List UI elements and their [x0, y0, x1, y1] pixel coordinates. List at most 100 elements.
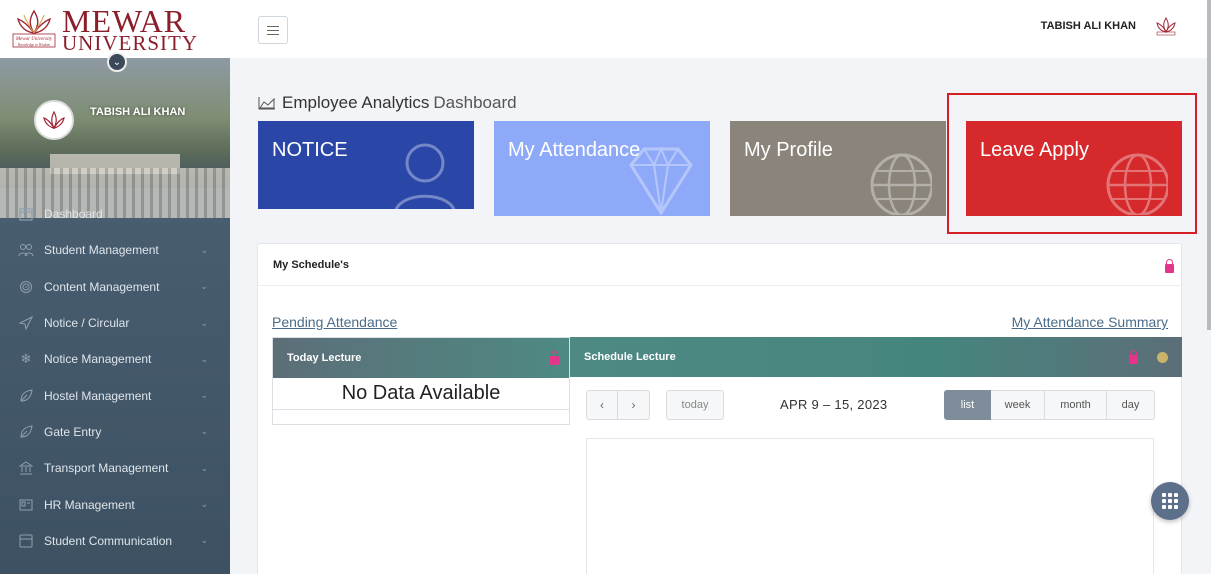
calendar-icon — [18, 206, 34, 222]
today-lecture-header: Today Lecture — [273, 338, 569, 378]
schedule-card: My Schedule's Pending Attendance My Atte… — [257, 243, 1182, 574]
snowflake-icon: ❄ — [20, 351, 32, 367]
topbar-user-name[interactable]: TABISH ALI KHAN — [1041, 20, 1136, 32]
grid-icon — [1162, 493, 1178, 509]
logo-tag: Mewar University — [15, 37, 53, 42]
chevron-down-icon: ⌄ — [112, 56, 122, 68]
sidebar-item-label: Transport Management — [44, 461, 169, 476]
diamond-icon — [629, 147, 693, 215]
hamburger-line — [267, 29, 279, 31]
calendar-next-button[interactable]: › — [618, 390, 650, 420]
view-week-button[interactable]: week — [991, 390, 1045, 420]
calendar-today-button[interactable]: today — [666, 390, 724, 420]
calendar-date-range: APR 9 – 15, 2023 — [780, 397, 888, 412]
chevron-left-icon: ‹ — [600, 398, 604, 412]
lock-icon[interactable] — [550, 351, 559, 365]
sidebar-item-label: Student Communication — [44, 533, 173, 548]
page-scrollbar[interactable] — [1207, 0, 1211, 330]
send-icon — [18, 315, 34, 331]
chevron-right-icon: › — [631, 398, 636, 412]
pending-attendance-link[interactable]: Pending Attendance — [272, 314, 397, 330]
sidebar-item-hr-management[interactable]: HR Management ⌄ — [0, 486, 230, 522]
calendar-nav: ‹ › — [586, 390, 650, 420]
schedule-card-title: My Schedule's — [273, 258, 349, 271]
tile-my-attendance[interactable]: My Attendance — [494, 121, 710, 216]
sidebar-item-label: Student Management — [44, 243, 159, 258]
today-lecture-panel: Today Lecture No Data Available — [272, 337, 570, 425]
lock-icon[interactable] — [1129, 350, 1138, 364]
sidebar-item-transport-management[interactable]: Transport Management ⌄ — [0, 450, 230, 486]
schedule-card-header: My Schedule's — [258, 244, 1181, 286]
empty-state-text: No Data Available — [273, 378, 569, 410]
view-month-button[interactable]: month — [1045, 390, 1107, 420]
sidebar-menu: Dashboard Student Management ⌄ Content M… — [0, 196, 230, 559]
top-bar: TABISH ALI KHAN — [230, 0, 1211, 58]
chevron-down-icon: ⌄ — [200, 317, 208, 328]
university-lotus-icon — [43, 110, 65, 130]
leaf-icon — [18, 388, 34, 404]
today-lecture-title: Today Lecture — [287, 352, 362, 364]
status-dot[interactable] — [1157, 352, 1168, 363]
tile-label: My Profile — [744, 139, 833, 161]
chevron-down-icon: ⌄ — [200, 426, 208, 437]
page-title: Employee Analytics Dashboard — [258, 93, 517, 113]
sidebar-item-label: Notice / Circular — [44, 316, 130, 331]
tile-label: NOTICE — [272, 139, 348, 161]
sidebar-collapse-button[interactable]: ⌄ — [107, 52, 127, 72]
view-list-button[interactable]: list — [944, 390, 991, 420]
schedule-lecture-header: Schedule Lecture — [570, 337, 1182, 377]
sidebar-item-label: HR Management — [44, 497, 135, 512]
hamburger-line — [267, 33, 279, 35]
chevron-down-icon: ⌄ — [200, 462, 208, 473]
sidebar-item-student-management[interactable]: Student Management ⌄ — [0, 232, 230, 268]
avatar[interactable] — [34, 100, 74, 140]
chat-icon — [18, 533, 34, 549]
id-card-icon — [18, 497, 34, 513]
chevron-down-icon: ⌄ — [200, 390, 208, 401]
sidebar: TABISH ALI KHAN Dashboard Student Manage… — [0, 0, 230, 574]
lock-icon[interactable] — [1165, 259, 1174, 273]
users-icon — [18, 242, 34, 258]
sidebar-item-dashboard[interactable]: Dashboard — [0, 196, 230, 232]
highlight-box — [947, 93, 1197, 234]
attendance-summary-link[interactable]: My Attendance Summary — [1012, 314, 1168, 330]
sidebar-item-content-management[interactable]: Content Management ⌄ — [0, 269, 230, 305]
user-menu-avatar[interactable] — [1155, 16, 1177, 36]
tile-label: My Attendance — [508, 139, 641, 161]
calendar-view-switcher: list week month day — [944, 390, 1155, 420]
sidebar-item-gate-entry[interactable]: Gate Entry ⌄ — [0, 414, 230, 450]
chevron-down-icon: ⌄ — [200, 499, 208, 510]
sidebar-user-name[interactable]: TABISH ALI KHAN — [90, 106, 185, 118]
logo-emblem: Mewar University Knowledge to Wisdom — [12, 9, 56, 49]
logo-line-2: UNIVERSITY — [62, 30, 198, 55]
page-title-main: Employee Analytics — [282, 93, 430, 112]
sidebar-item-label: Content Management — [44, 279, 160, 294]
university-logo[interactable]: Mewar University Knowledge to Wisdom MEW… — [0, 0, 230, 58]
apps-grid-button[interactable] — [1151, 482, 1189, 520]
tile-my-profile[interactable]: My Profile — [730, 121, 946, 216]
lotus-logo-icon — [1156, 17, 1176, 36]
globe-icon — [870, 153, 932, 215]
logo-motto: Knowledge to Wisdom — [17, 43, 51, 47]
sidebar-item-notice-management[interactable]: ❄ Notice Management ⌄ — [0, 341, 230, 377]
sidebar-item-hostel-management[interactable]: Hostel Management ⌄ — [0, 377, 230, 413]
sidebar-item-notice-circular[interactable]: Notice / Circular ⌄ — [0, 305, 230, 341]
user-icon — [394, 143, 456, 209]
sidebar-item-student-communication[interactable]: Student Communication ⌄ — [0, 523, 230, 559]
sidebar-item-label: Notice Management — [44, 352, 152, 367]
logo-wordmark: MEWAR UNIVERSITY — [62, 5, 198, 54]
chevron-down-icon: ⌄ — [200, 353, 208, 364]
tile-notice[interactable]: NOTICE — [258, 121, 474, 209]
view-day-button[interactable]: day — [1107, 390, 1155, 420]
fingerprint-icon — [18, 279, 34, 295]
sidebar-item-label: Gate Entry — [44, 424, 102, 439]
lotus-logo-icon: Mewar University Knowledge to Wisdom — [12, 9, 56, 48]
chevron-down-icon: ⌄ — [200, 244, 208, 255]
page-title-sub: Dashboard — [433, 93, 517, 112]
menu-toggle-button[interactable] — [258, 16, 288, 44]
hamburger-line — [267, 25, 279, 27]
calendar-prev-button[interactable]: ‹ — [586, 390, 618, 420]
schedule-lecture-title: Schedule Lecture — [584, 351, 676, 363]
sidebar-item-label: Dashboard — [44, 207, 103, 222]
chevron-down-icon: ⌄ — [200, 535, 208, 546]
